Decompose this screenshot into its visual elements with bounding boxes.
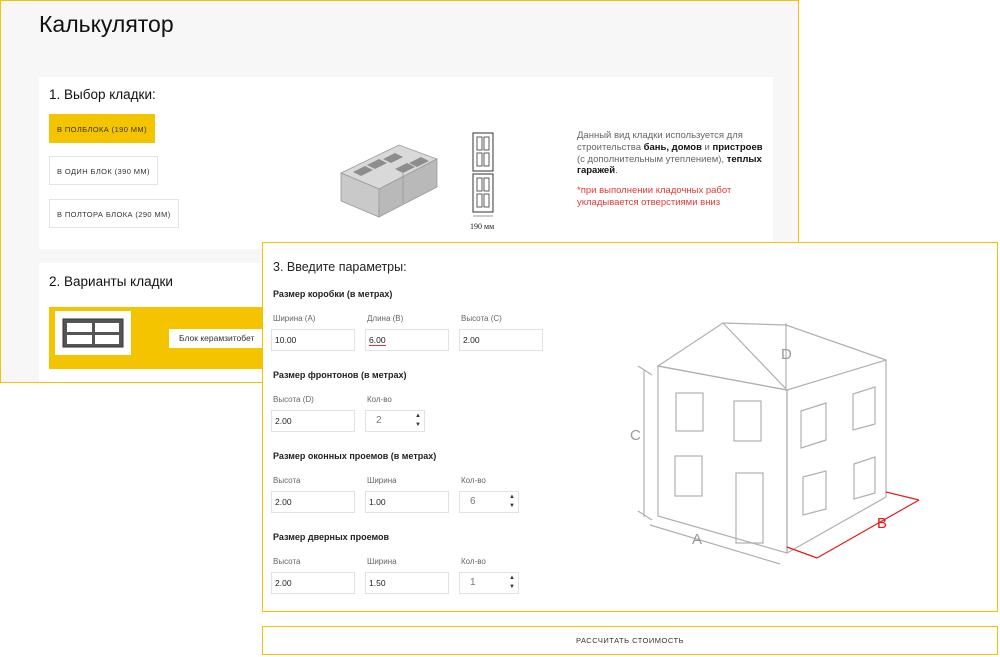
wall-section-drawing xyxy=(472,132,494,217)
box-size-title: Размер коробки (в метрах) xyxy=(273,289,393,299)
doors-height-input[interactable]: 2.00 xyxy=(271,572,355,594)
section-dimension-label: 190 мм xyxy=(470,222,495,231)
parameters-heading: 3. Введите параметры: xyxy=(273,260,407,274)
masonry-description-text: Данный вид кладки используется для строи… xyxy=(577,130,763,177)
masonry-choice-panel: 1. Выбор кладки: В ПОЛБЛОКА (190 ММ) В О… xyxy=(39,77,773,249)
windows-count-value: 6 xyxy=(470,496,476,507)
windows-count-label: Кол-во xyxy=(461,476,486,485)
doors-count-stepper[interactable]: 1 ▲ ▼ xyxy=(459,572,519,594)
concrete-block-image xyxy=(340,144,438,218)
gables-count-value: 2 xyxy=(376,415,382,426)
box-width-label: Ширина (A) xyxy=(273,314,316,323)
masonry-note: *при выполнении кладочных работ укладыва… xyxy=(577,185,732,208)
masonry-description: Данный вид кладки используется для строи… xyxy=(577,130,767,209)
calculate-cost-button[interactable]: РАССЧИТАТЬ СТОИМОСТЬ xyxy=(262,626,998,655)
doors-height-label: Высота xyxy=(273,557,301,566)
masonry-variants-heading: 2. Варианты кладки xyxy=(49,274,173,289)
windows-width-label: Ширина xyxy=(367,476,397,485)
box-length-input[interactable]: 6.00 xyxy=(365,329,449,351)
box-height-label: Высота (C) xyxy=(461,314,502,323)
dimension-c-label: C xyxy=(630,427,641,444)
gables-count-label: Кол-во xyxy=(367,395,392,404)
windows-count-stepper[interactable]: 6 ▲ ▼ xyxy=(459,491,519,513)
windows-height-input[interactable]: 2.00 xyxy=(271,491,355,513)
option-half-block-button[interactable]: В ПОЛБЛОКА (190 ММ) xyxy=(49,114,155,143)
spinner-arrows-icon[interactable]: ▲ ▼ xyxy=(415,412,421,430)
box-length-value: 6.00 xyxy=(369,335,386,346)
gables-size-title: Размер фронтонов (в метрах) xyxy=(273,370,407,380)
option-one-half-block-button[interactable]: В ПОЛТОРА БЛОКА (290 ММ) xyxy=(49,199,179,228)
doors-count-value: 1 xyxy=(470,577,476,588)
box-length-label: Длина (B) xyxy=(367,314,404,323)
dimension-a-label: A xyxy=(692,531,702,548)
windows-width-input[interactable]: 1.00 xyxy=(365,491,449,513)
doors-width-label: Ширина xyxy=(367,557,397,566)
doors-size-title: Размер дверных проемов xyxy=(273,532,390,542)
spinner-arrows-icon[interactable]: ▲ ▼ xyxy=(509,493,515,511)
house-diagram: C D A B xyxy=(630,322,920,565)
gables-height-label: Высота (D) xyxy=(273,395,314,404)
parameters-panel: 3. Введите параметры: Размер коробки (в … xyxy=(262,242,998,612)
windows-height-label: Высота xyxy=(273,476,301,485)
dimension-d-label: D xyxy=(781,346,792,363)
gables-count-stepper[interactable]: 2 ▲ ▼ xyxy=(365,410,425,432)
block-type-button[interactable]: Блок керамзитобет xyxy=(169,329,265,348)
block-thumbnail[interactable] xyxy=(55,311,131,355)
box-height-input[interactable]: 2.00 xyxy=(459,329,543,351)
gables-height-input[interactable]: 2.00 xyxy=(271,410,355,432)
masonry-choice-heading: 1. Выбор кладки: xyxy=(49,87,156,102)
block-top-view-icon xyxy=(62,318,124,348)
box-width-input[interactable]: 10.00 xyxy=(271,329,355,351)
dimension-b-label: B xyxy=(877,515,887,532)
option-one-block-button[interactable]: В ОДИН БЛОК (390 ММ) xyxy=(49,156,158,185)
doors-width-input[interactable]: 1.50 xyxy=(365,572,449,594)
spinner-arrows-icon[interactable]: ▲ ▼ xyxy=(509,574,515,592)
page-title: Калькулятор xyxy=(39,11,174,37)
windows-size-title: Размер оконных проемов (в метрах) xyxy=(273,451,437,461)
doors-count-label: Кол-во xyxy=(461,557,486,566)
